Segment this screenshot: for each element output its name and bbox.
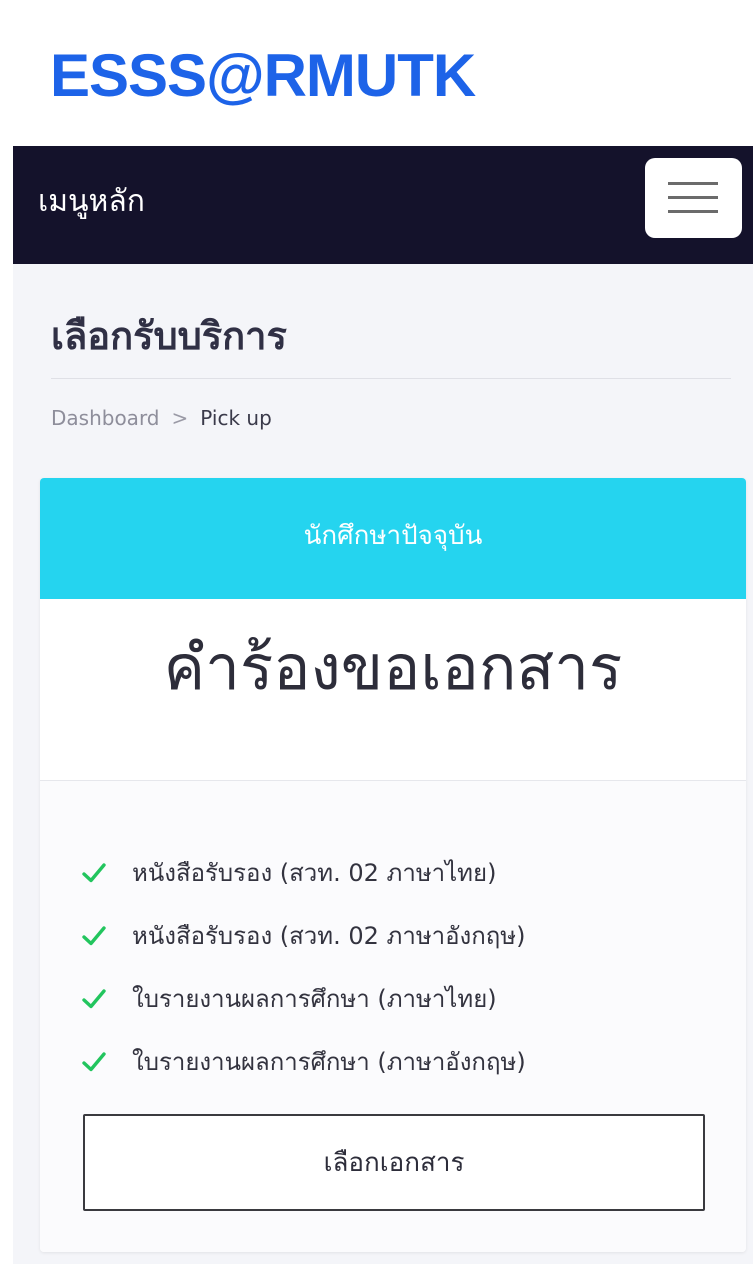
navbar-title: เมนูหลัก (38, 184, 145, 219)
feature-list: หนังสือรับรอง (สวท. 02 ภาษาไทย) หนังสือร… (82, 841, 526, 1093)
title-divider (51, 378, 731, 379)
card-header: นักศึกษาปัจจุบัน (40, 478, 746, 599)
card-title: คำร้องขอเอกสาร (163, 631, 623, 704)
page-title: เลือกรับบริการ (51, 314, 287, 358)
list-item: ใบรายงานผลการศึกษา (ภาษาไทย) (82, 967, 526, 1030)
list-item: หนังสือรับรอง (สวท. 02 ภาษาอังกฤษ) (82, 904, 526, 967)
main-content: เลือกรับบริการ Dashboard > Pick up นักศึกษ… (13, 264, 753, 1264)
feature-text: ใบรายงานผลการศึกษา (ภาษาอังกฤษ) (132, 1048, 526, 1076)
hamburger-icon (668, 182, 718, 185)
card-header-label: นักศึกษาปัจจุบัน (303, 521, 483, 551)
breadcrumb-separator: > (171, 406, 189, 430)
hamburger-menu-button[interactable] (645, 158, 742, 238)
breadcrumb-link-dashboard[interactable]: Dashboard (51, 406, 160, 430)
breadcrumb-current: Pick up (200, 406, 272, 430)
card-body: หนังสือรับรอง (สวท. 02 ภาษาไทย) หนังสือร… (40, 781, 746, 1252)
breadcrumb: Dashboard > Pick up (51, 404, 272, 432)
check-icon (82, 1051, 106, 1071)
feature-text: ใบรายงานผลการศึกษา (ภาษาไทย) (132, 985, 497, 1013)
list-item: ใบรายงานผลการศึกษา (ภาษาอังกฤษ) (82, 1030, 526, 1093)
feature-text: หนังสือรับรอง (สวท. 02 ภาษาไทย) (132, 859, 497, 887)
service-card: นักศึกษาปัจจุบัน คำร้องขอเอกสาร หนังสือร… (40, 478, 746, 1252)
list-item: หนังสือรับรอง (สวท. 02 ภาษาไทย) (82, 841, 526, 904)
select-document-button[interactable]: เลือกเอกสาร (83, 1114, 705, 1211)
feature-text: หนังสือรับรอง (สวท. 02 ภาษาอังกฤษ) (132, 922, 526, 950)
check-icon (82, 925, 106, 945)
brand-logo-text[interactable]: ESSS@RMUTK (50, 40, 476, 112)
check-icon (82, 988, 106, 1008)
main-navbar: เมนูหลัก (13, 146, 753, 264)
check-icon (82, 862, 106, 882)
